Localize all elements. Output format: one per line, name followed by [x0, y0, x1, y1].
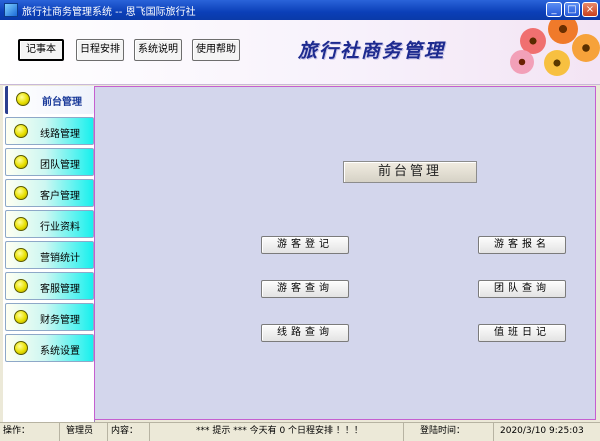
status-user: 管理员: [60, 423, 108, 441]
window-title: 旅行社商务管理系统 -- 恩飞国际旅行社: [22, 7, 196, 18]
status-message: *** 提示 *** 今天有 0 个日程安排 ！！！: [150, 423, 404, 441]
schedule-button[interactable]: 日程安排: [76, 39, 124, 61]
status-dot-icon: [14, 186, 28, 200]
app-icon: [4, 3, 18, 17]
sidebar-item-label: 团队管理: [40, 160, 80, 171]
user-help-button[interactable]: 使用帮助: [192, 39, 240, 61]
sidebar-item-finance[interactable]: 财务管理: [5, 303, 94, 331]
sidebar-nav: 前台管理 线路管理 团队管理 客户管理 行业资料 营销统计 客服管理 财务管理 …: [3, 86, 95, 422]
status-bar: 操作： 管理员 内容： *** 提示 *** 今天有 0 个日程安排 ！！！ 登…: [0, 422, 600, 441]
status-dot-icon: [14, 217, 28, 231]
status-dot-icon: [14, 155, 28, 169]
status-content-label: 内容：: [108, 423, 150, 441]
status-dot-icon: [14, 124, 28, 138]
sidebar-item-label: 线路管理: [40, 129, 80, 140]
minimize-button[interactable]: _: [546, 2, 562, 17]
flower-decoration: [508, 20, 600, 84]
route-query-button[interactable]: 线路查询: [261, 324, 349, 342]
panel-title: 前台管理: [343, 161, 477, 183]
close-button[interactable]: ×: [582, 2, 598, 17]
sidebar-item-system-settings[interactable]: 系统设置: [5, 334, 94, 362]
notepad-button[interactable]: 记事本: [18, 39, 64, 61]
sidebar-item-label: 客服管理: [40, 284, 80, 295]
status-operation-label: 操作：: [0, 423, 60, 441]
sidebar-item-label: 系统设置: [40, 346, 80, 357]
status-login-label: 登陆时间：: [404, 423, 494, 441]
visitor-query-button[interactable]: 游客查询: [261, 280, 349, 298]
visitor-register-button[interactable]: 游客登记: [261, 236, 349, 254]
sidebar-item-teams[interactable]: 团队管理: [5, 148, 94, 176]
sidebar-item-marketing-stats[interactable]: 营销统计: [5, 241, 94, 269]
sidebar-item-label: 客户管理: [40, 191, 80, 202]
sidebar-item-customer-service[interactable]: 客服管理: [5, 272, 94, 300]
sidebar-item-label: 财务管理: [40, 315, 80, 326]
sidebar-item-routes[interactable]: 线路管理: [5, 117, 94, 145]
banner-title: 旅行社商务管理: [298, 40, 446, 62]
status-login-time: 2020/3/10 9:25:03: [500, 426, 584, 436]
duty-log-button[interactable]: 值班日记: [478, 324, 566, 342]
sidebar-item-customers[interactable]: 客户管理: [5, 179, 94, 207]
toolbar: 记事本 日程安排 系统说明 使用帮助 旅行社商务管理: [0, 20, 600, 85]
visitor-signup-button[interactable]: 游客报名: [478, 236, 566, 254]
sidebar-item-label: 营销统计: [40, 253, 80, 264]
main-panel: 前台管理 游客登记 游客报名 游客查询 团队查询 线路查询 值班日记: [94, 86, 596, 420]
system-help-button[interactable]: 系统说明: [134, 39, 182, 61]
maximize-button[interactable]: □: [564, 2, 580, 17]
title-bar: 旅行社商务管理系统 -- 恩飞国际旅行社 _ □ ×: [0, 0, 600, 20]
sidebar-item-industry-data[interactable]: 行业资料: [5, 210, 94, 238]
sidebar-item-label: 前台管理: [42, 97, 82, 108]
status-dot-icon: [14, 310, 28, 324]
status-dot-icon: [14, 248, 28, 262]
status-dot-icon: [14, 279, 28, 293]
team-query-button[interactable]: 团队查询: [478, 280, 566, 298]
status-dot-icon: [16, 92, 30, 106]
sidebar-item-label: 行业资料: [40, 222, 80, 233]
sidebar-item-front-desk[interactable]: 前台管理: [5, 86, 94, 114]
status-dot-icon: [14, 341, 28, 355]
